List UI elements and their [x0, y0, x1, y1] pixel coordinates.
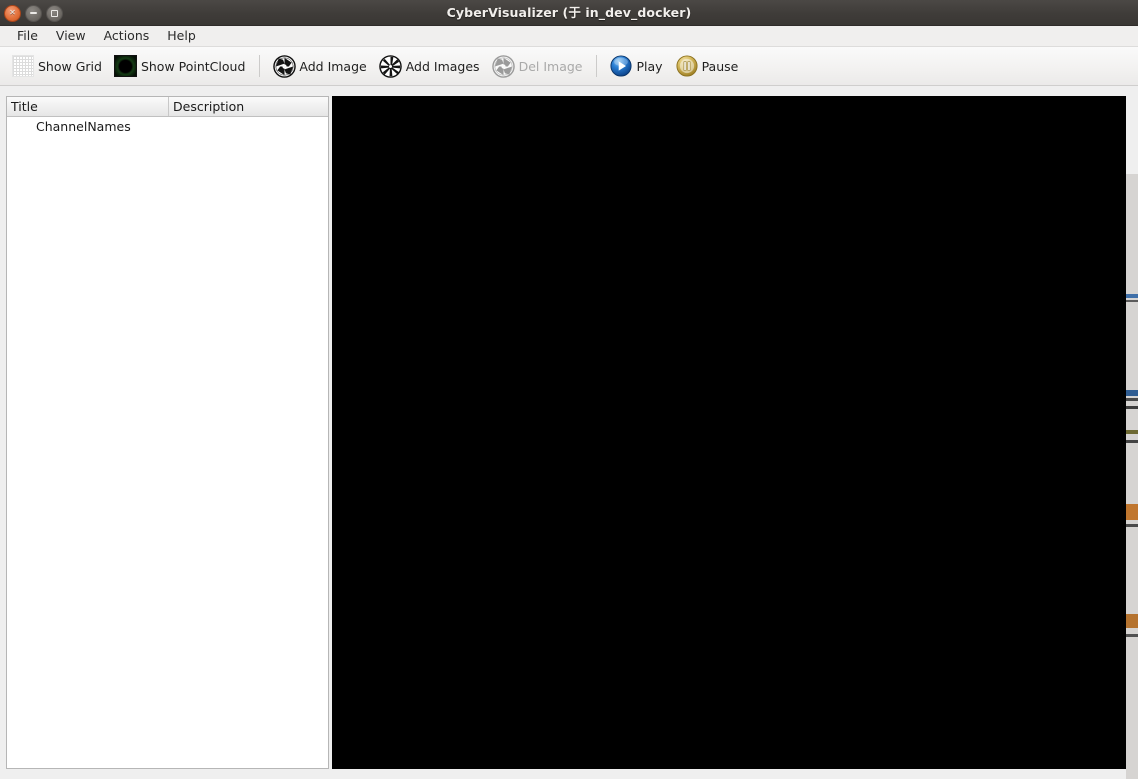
main-content: Title Description ChannelNames — [0, 87, 1138, 779]
column-header-title[interactable]: Title — [7, 97, 169, 116]
menu-item-help[interactable]: Help — [158, 26, 205, 46]
window-controls: ✕ — [4, 0, 63, 26]
close-icon: ✕ — [9, 8, 16, 17]
background-sliver — [1126, 614, 1138, 628]
background-sliver — [1126, 504, 1138, 520]
toolbar-button-play[interactable]: Play — [604, 51, 669, 81]
aperture-multi-icon — [379, 54, 403, 78]
menu-item-file[interactable]: File — [8, 26, 47, 46]
background-sliver — [1126, 440, 1138, 443]
play-icon — [609, 54, 633, 78]
pointcloud-icon — [114, 54, 138, 78]
toolbar-label-add-images: Add Images — [405, 58, 480, 74]
toolbar-button-pause[interactable]: Pause — [670, 51, 746, 81]
column-header-description[interactable]: Description — [169, 97, 328, 116]
render-viewport[interactable] — [332, 96, 1126, 769]
toolbar-label-del-image: Del Image — [518, 58, 583, 74]
background-window-edge — [1126, 174, 1138, 779]
pause-icon — [675, 54, 699, 78]
toolbar-separator — [596, 55, 598, 77]
toolbar-button-show-pointcloud[interactable]: Show PointCloud — [109, 51, 252, 81]
background-sliver — [1126, 634, 1138, 637]
menu-item-view[interactable]: View — [47, 26, 95, 46]
toolbar-button-del-image: Del Image — [487, 51, 590, 81]
background-sliver — [1126, 300, 1138, 302]
aperture-disabled-icon — [492, 54, 516, 78]
close-window-button[interactable]: ✕ — [4, 4, 21, 22]
tree-item-label: ChannelNames — [36, 118, 131, 134]
minimize-icon — [30, 12, 37, 14]
toolbar-button-add-image[interactable]: Add Image — [267, 51, 373, 81]
background-sliver — [1126, 524, 1138, 527]
toolbar-label-play: Play — [636, 58, 663, 74]
tree-header-row: Title Description — [7, 97, 328, 117]
toolbar-label-show-grid: Show Grid — [38, 58, 102, 74]
application-window: ✕ CyberVisualizer (于 in_dev_docker) File… — [0, 0, 1138, 779]
toolbar: Show Grid Show PointCloud Add Image Add … — [0, 47, 1138, 86]
tree-body: ChannelNames — [7, 117, 328, 135]
background-sliver — [1126, 398, 1138, 401]
toolbar-label-pause: Pause — [701, 58, 739, 74]
aperture-icon — [272, 54, 296, 78]
toolbar-separator — [259, 55, 261, 77]
grid-icon — [11, 54, 35, 78]
title-bar[interactable]: ✕ CyberVisualizer (于 in_dev_docker) — [0, 0, 1138, 26]
menu-item-actions[interactable]: Actions — [95, 26, 159, 46]
maximize-icon — [51, 9, 58, 17]
background-sliver — [1126, 294, 1138, 298]
window-title: CyberVisualizer (于 in_dev_docker) — [446, 5, 692, 20]
background-sliver — [1126, 406, 1138, 409]
background-sliver — [1126, 390, 1138, 396]
menu-bar: File View Actions Help — [0, 26, 1138, 47]
maximize-window-button[interactable] — [46, 4, 63, 22]
minimize-window-button[interactable] — [25, 4, 42, 22]
tree-item-channelnames[interactable]: ChannelNames — [7, 117, 328, 135]
channel-tree-panel[interactable]: Title Description ChannelNames — [6, 96, 329, 769]
toolbar-label-add-image: Add Image — [299, 58, 367, 74]
toolbar-button-show-grid[interactable]: Show Grid — [6, 51, 109, 81]
background-sliver — [1126, 430, 1138, 434]
toolbar-label-show-pointcloud: Show PointCloud — [140, 58, 246, 74]
toolbar-button-add-images[interactable]: Add Images — [374, 51, 487, 81]
